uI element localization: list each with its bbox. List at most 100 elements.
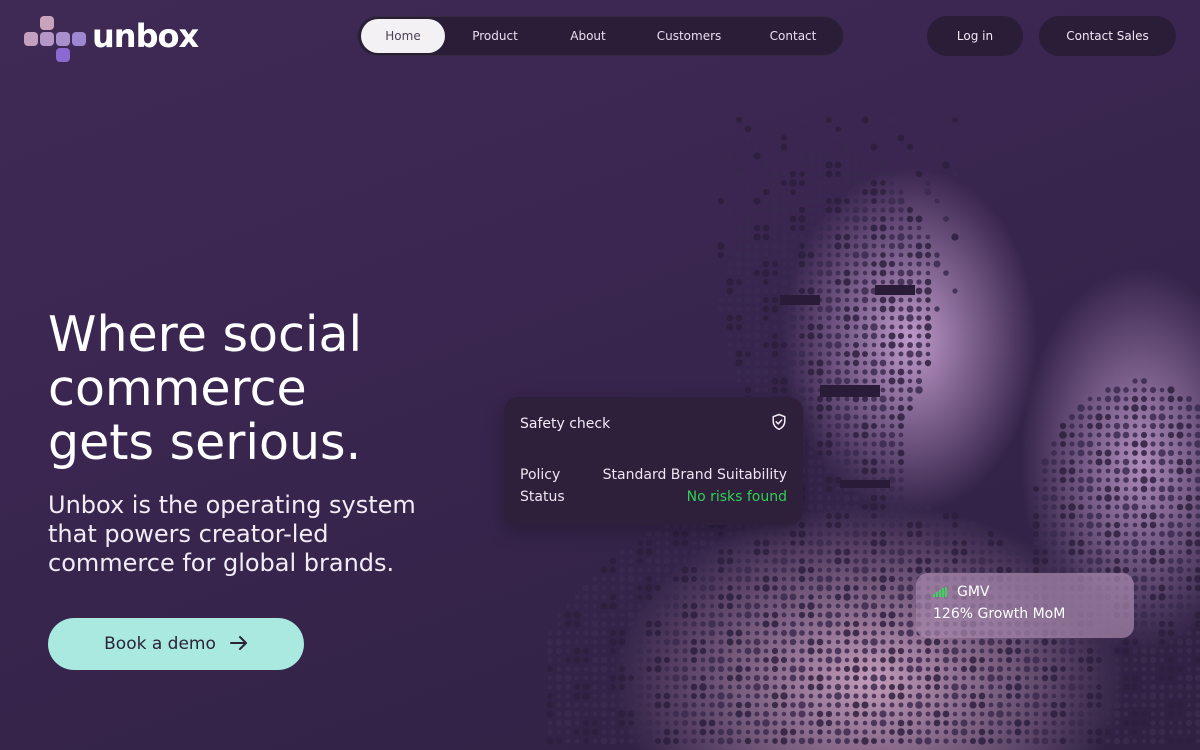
halftone-dot [1186,522,1192,528]
halftone-dot [889,216,895,222]
halftone-dot [844,522,850,528]
halftone-dot [879,431,887,439]
halftone-dot [799,342,805,348]
halftone-dot [771,341,779,349]
halftone-dot [1150,603,1156,609]
halftone-dot [1177,486,1183,492]
halftone-dot [592,657,598,663]
halftone-dot [609,602,617,610]
halftone-dot [1150,630,1156,636]
halftone-dot [780,377,788,385]
brand-logo[interactable]: unbox [24,14,199,64]
halftone-dot [799,657,805,663]
halftone-dot [1113,701,1121,709]
book-demo-button[interactable]: Book a demo [48,618,304,670]
halftone-dot [663,566,671,574]
halftone-dot [1185,467,1193,475]
contact-sales-button[interactable]: Contact Sales [1039,16,1176,56]
halftone-dot [880,171,886,177]
halftone-dot [915,692,923,700]
halftone-dot [736,342,742,348]
halftone-dot [762,674,770,682]
halftone-dot [808,405,814,411]
halftone-dot [1042,468,1048,474]
halftone-dot [691,576,697,582]
halftone-dot [1105,522,1111,528]
halftone-dot [1041,458,1049,466]
login-button[interactable]: Log in [927,16,1023,56]
halftone-dot [898,711,904,717]
halftone-dot [1122,512,1130,520]
halftone-dot [1195,423,1200,429]
halftone-dot [1150,459,1156,465]
status-label: Status [520,489,565,505]
halftone-dot [600,710,608,718]
halftone-dot [1006,711,1012,717]
halftone-dot [628,594,634,600]
halftone-dot [708,719,716,727]
nav-item-about[interactable]: About [545,19,631,53]
halftone-dot [1069,423,1075,429]
halftone-dot [816,224,824,232]
halftone-dot [853,378,859,384]
halftone-dot [907,369,913,375]
halftone-dot [637,720,643,726]
halftone-dot [1069,729,1075,735]
halftone-dot [690,602,698,610]
halftone-dot [789,638,797,646]
halftone-dot [736,270,742,276]
halftone-dot [916,162,922,168]
nav-item-product[interactable]: Product [445,19,545,53]
halftone-dot [745,720,751,726]
halftone-dot [799,675,805,681]
halftone-dot [1069,702,1075,708]
halftone-dot [1024,567,1030,573]
halftone-dot [1131,683,1139,691]
nav-item-customers[interactable]: Customers [631,19,747,53]
halftone-dot [871,423,877,429]
halftone-dot [1051,522,1057,528]
nav-item-home[interactable]: Home [361,19,445,53]
halftone-dot [600,737,608,745]
halftone-dot [1123,702,1129,708]
halftone-dot [1050,530,1058,538]
halftone-dot [763,558,769,564]
halftone-dot [1132,648,1138,654]
halftone-dot [1158,728,1166,736]
halftone-dot [1077,539,1085,547]
halftone-dot [1105,468,1111,474]
halftone-dot [979,666,985,672]
halftone-dot [609,629,617,637]
halftone-dot [771,647,779,655]
halftone-dot [763,738,769,744]
halftone-dot [1087,432,1093,438]
halftone-dot [844,504,850,510]
halftone-dot [879,674,887,682]
halftone-dot [817,738,823,744]
halftone-dot [861,422,869,430]
halftone-dot [619,567,625,573]
halftone-dot [888,116,896,124]
halftone-dot [780,197,788,205]
nav-item-contact[interactable]: Contact [747,19,839,53]
halftone-dot [1150,666,1156,672]
halftone-dot [1177,450,1183,456]
halftone-dot [961,540,967,546]
halftone-dot [565,729,571,735]
halftone-dot [861,431,869,439]
halftone-dot [799,270,805,276]
halftone-dot [1096,441,1102,447]
halftone-dot [1105,738,1111,744]
halftone-dot [862,171,868,177]
halftone-dot [826,459,832,465]
halftone-dot [853,612,859,618]
halftone-dot [942,647,950,655]
halftone-dot [834,233,842,241]
halftone-dot [871,441,877,447]
halftone-dot [1158,548,1166,556]
halftone-dot [1186,432,1192,438]
halftone-dot [735,566,743,574]
halftone-dot [1087,450,1093,456]
halftone-dot [754,630,760,636]
halftone-dot [798,611,806,619]
